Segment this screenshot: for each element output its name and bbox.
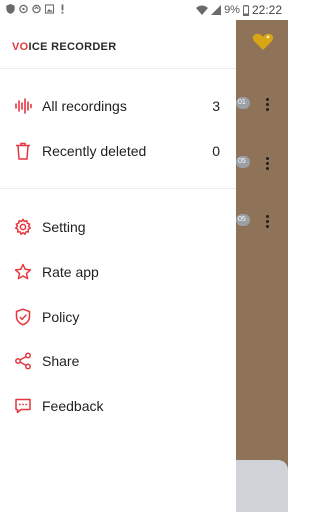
- drawer-item-policy[interactable]: Policy: [0, 297, 236, 337]
- divider: [0, 68, 236, 69]
- drawer-item-label: Share: [42, 353, 80, 369]
- whatsapp-icon: [19, 4, 28, 14]
- drawer-item-label: Recently deleted: [42, 143, 147, 159]
- drawer-item-rate-app[interactable]: Rate app: [0, 252, 236, 292]
- drawer-item-label: Rate app: [42, 264, 99, 280]
- gear-icon: [14, 218, 32, 236]
- recordings-count: 3: [212, 98, 220, 114]
- shield-check-icon: [15, 308, 31, 326]
- drawer-item-setting[interactable]: Setting: [0, 207, 236, 247]
- system-status: 9% 22:22: [196, 3, 282, 17]
- background-badge: 01: [236, 97, 250, 109]
- battery-percent: 9%: [224, 4, 240, 16]
- navigation-drawer: VOICE RECORDER All recordings 3 Recently…: [0, 20, 236, 512]
- wifi-icon: [196, 5, 209, 15]
- app-logo: VOICE RECORDER: [12, 41, 116, 53]
- gallery-icon: [45, 4, 54, 14]
- notification-icons: [6, 4, 67, 14]
- more-vert-icon: [266, 215, 270, 230]
- sync-icon: [32, 4, 41, 14]
- background-bottom-card: [236, 460, 288, 512]
- drawer-item-label: Setting: [42, 219, 86, 235]
- shield-icon: [6, 4, 15, 14]
- signal-icon: [211, 5, 222, 15]
- alert-icon: [61, 4, 64, 14]
- star-icon: [14, 263, 32, 280]
- soundwave-icon: [15, 98, 32, 114]
- logo-mic-letter: O: [19, 41, 29, 53]
- drawer-item-all-recordings[interactable]: All recordings 3: [0, 86, 236, 126]
- trash-icon: [16, 142, 30, 160]
- divider: [0, 188, 236, 189]
- chat-icon: [15, 398, 31, 414]
- more-vert-icon: [266, 98, 270, 113]
- clock: 22:22: [251, 3, 282, 17]
- drawer-item-feedback[interactable]: Feedback: [0, 386, 236, 426]
- drawer-item-share[interactable]: Share: [0, 341, 236, 381]
- deleted-count: 0: [212, 143, 220, 159]
- background-badge: 05: [236, 156, 250, 168]
- logo-text: ICE RECORDER: [28, 41, 117, 53]
- more-vert-icon: [266, 157, 270, 172]
- share-icon: [15, 352, 31, 370]
- battery-icon: [242, 4, 249, 16]
- drawer-item-label: Feedback: [42, 398, 104, 414]
- premium-heart-icon[interactable]: [252, 33, 274, 51]
- logo-letter-v: V: [12, 41, 20, 53]
- drawer-item-recently-deleted[interactable]: Recently deleted 0: [0, 131, 236, 171]
- status-bar: 9% 22:22: [0, 0, 288, 20]
- drawer-item-label: Policy: [42, 309, 80, 325]
- drawer-item-label: All recordings: [42, 98, 127, 114]
- background-badge: 05: [236, 214, 250, 226]
